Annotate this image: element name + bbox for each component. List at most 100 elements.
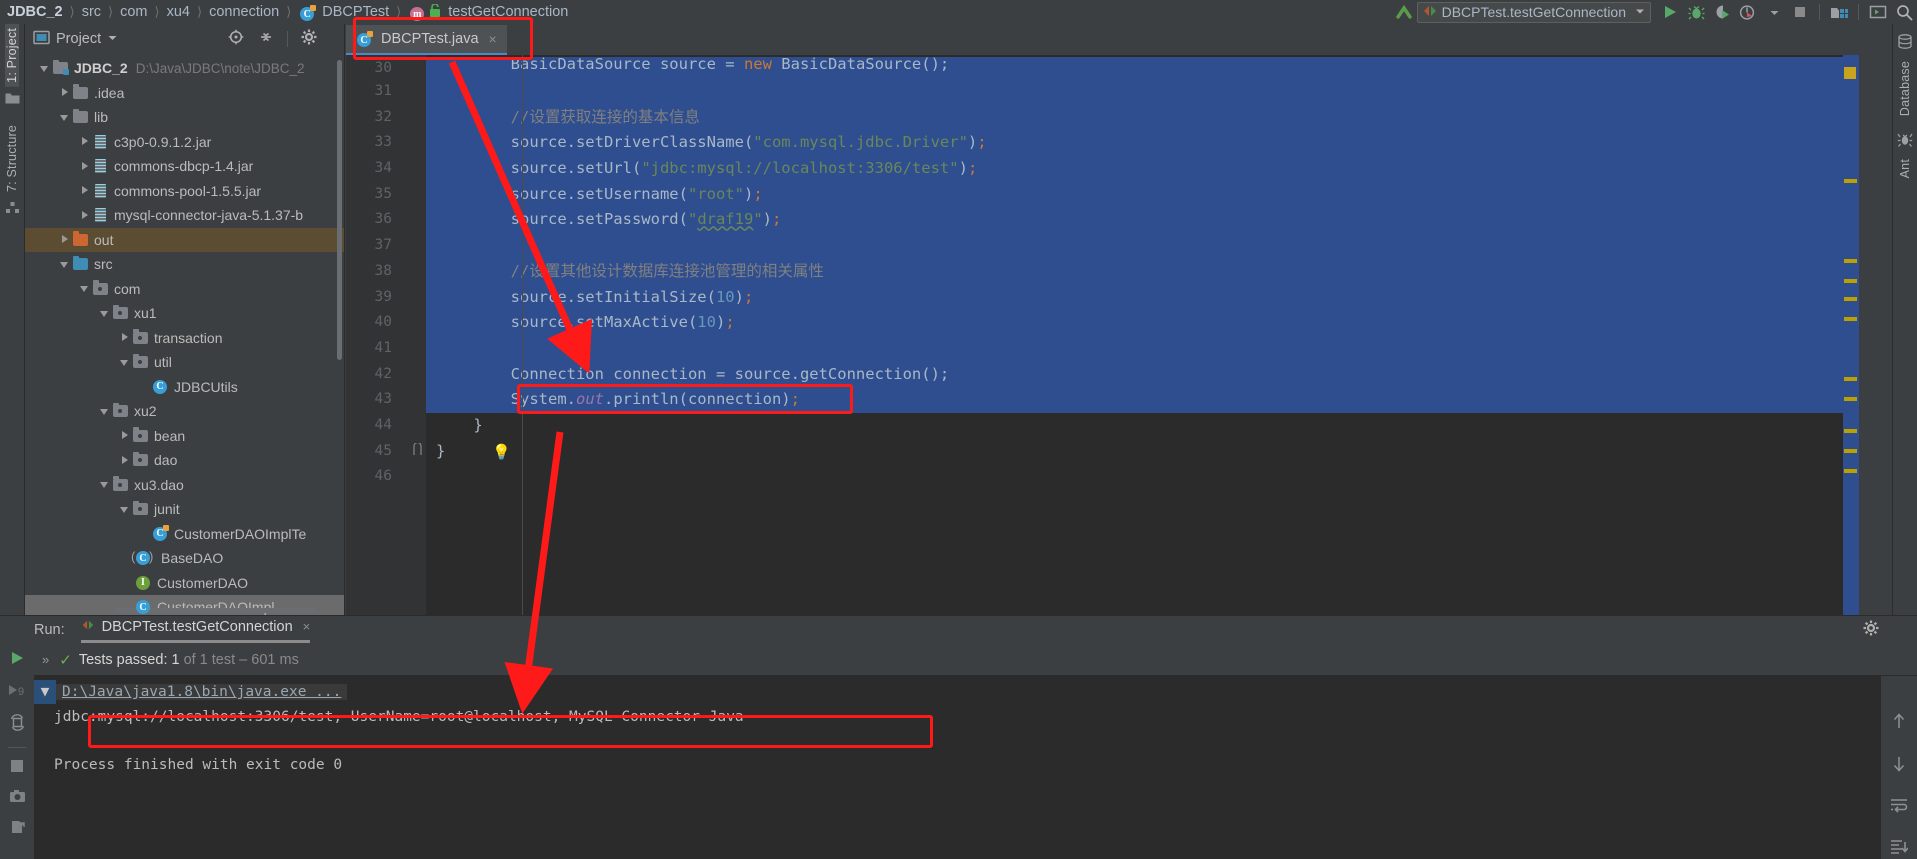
rerun-icon[interactable] [9, 650, 25, 671]
tree-row-out[interactable]: out [25, 227, 344, 252]
tree-row-dbcp-jar[interactable]: commons-dbcp-1.4.jar [25, 154, 344, 179]
stop-icon[interactable] [10, 759, 24, 778]
marker-warning[interactable] [1844, 179, 1857, 183]
chevron-down-icon[interactable] [59, 258, 72, 271]
marker-warning[interactable] [1844, 469, 1857, 473]
chevron-down-icon[interactable] [119, 356, 132, 369]
chevron-down-icon[interactable] [99, 478, 112, 491]
screenshot-icon[interactable] [9, 789, 26, 808]
sidebar-item-ant[interactable]: Ant [1898, 155, 1912, 182]
collapse-triangle-icon[interactable]: ▼ [34, 680, 56, 704]
chevron-down-icon[interactable] [1634, 4, 1646, 20]
tree-row-customerdaoimpltest[interactable]: C CustomerDAOImplTe [25, 522, 344, 547]
sidebar-item-database[interactable]: Database [1898, 57, 1912, 120]
profile-icon[interactable] [1735, 1, 1761, 23]
chevron-down-icon[interactable] [107, 31, 118, 47]
marker-warning[interactable] [1844, 317, 1857, 321]
chevron-down-icon[interactable] [99, 307, 112, 320]
scroll-to-end-icon[interactable] [1890, 839, 1909, 859]
marker-warning[interactable] [1844, 449, 1857, 453]
tree-row-lib[interactable]: lib [25, 105, 344, 130]
breadcrumb-item-com[interactable]: com [120, 4, 147, 20]
rerun-failed-tests-icon[interactable]: 9 [8, 682, 26, 703]
chevron-right-icon[interactable] [79, 184, 92, 197]
code-editor[interactable]: 30 31 32 33 34 35 36 37 38 39 40 41 42 4… [346, 55, 1859, 615]
sidebar-item-structure[interactable]: 7: Structure [5, 121, 19, 196]
tree-row-jdbcutils[interactable]: C JDBCUtils [25, 375, 344, 400]
console-command-row[interactable]: ▼ D:\Java\java1.8\bin\java.exe ... [34, 680, 1881, 704]
marker-warning[interactable] [1844, 279, 1857, 283]
gear-icon[interactable] [1863, 620, 1879, 641]
marker-warning[interactable] [1844, 397, 1857, 401]
marker-warning[interactable] [1844, 377, 1857, 381]
chevron-right-icon[interactable] [59, 86, 72, 99]
marker-warning[interactable] [1844, 259, 1857, 263]
run-with-coverage-icon[interactable] [1709, 1, 1735, 23]
tree-row-c3p0-jar[interactable]: c3p0-0.9.1.2.jar [25, 130, 344, 155]
terminal-icon[interactable] [1865, 1, 1891, 23]
search-icon[interactable] [1891, 1, 1917, 23]
tree-row-xu1[interactable]: xu1 [25, 301, 344, 326]
gear-icon[interactable] [301, 29, 317, 49]
tree-row-mysql-jar[interactable]: mysql-connector-java-5.1.37-b [25, 203, 344, 228]
close-icon[interactable]: × [489, 31, 497, 47]
marker-warning[interactable] [1844, 297, 1857, 301]
console-output[interactable]: ▼ D:\Java\java1.8\bin\java.exe ... jdbc:… [34, 676, 1881, 859]
export-icon[interactable] [9, 819, 26, 840]
tree-row-basedao[interactable]: C BaseDAO [25, 546, 344, 571]
chevron-down-icon[interactable] [119, 503, 132, 516]
chevron-right-icon[interactable] [119, 454, 132, 467]
soft-wrap-icon[interactable] [1890, 798, 1908, 819]
tree-row-transaction[interactable]: transaction [25, 326, 344, 351]
breadcrumb-item-project[interactable]: JDBC_2 [7, 4, 63, 20]
collapse-all-icon[interactable] [258, 29, 274, 49]
tree-row-xu2[interactable]: xu2 [25, 399, 344, 424]
chevron-down-icon[interactable] [59, 111, 72, 124]
breadcrumb-item-xu4[interactable]: xu4 [167, 4, 190, 20]
scroll-up-icon[interactable] [1891, 712, 1907, 735]
debug-icon[interactable] [1683, 1, 1709, 23]
close-icon[interactable]: × [303, 619, 311, 634]
chevron-right-icon[interactable] [79, 160, 92, 173]
breadcrumb-item-method[interactable]: testGetConnection [448, 4, 568, 20]
code-folding-icon[interactable] [413, 441, 422, 460]
editor-tab-dbcptest[interactable]: C DBCPTest.java × [346, 25, 507, 55]
tree-row-xu3dao[interactable]: xu3.dao [25, 473, 344, 498]
tree-row-idea[interactable]: .idea [25, 81, 344, 106]
run-tab-dbcptest[interactable]: DBCPTest.testGetConnection × [80, 618, 311, 643]
chevron-right-icon[interactable] [79, 209, 92, 222]
tree-row-com[interactable]: com [25, 277, 344, 302]
breadcrumb-item-connection[interactable]: connection [209, 4, 279, 20]
marker-warning[interactable] [1844, 67, 1856, 79]
tree-row-jdbc2[interactable]: JDBC_2 D:\Java\JDBC\note\JDBC_2 [25, 56, 344, 81]
console-command-line[interactable]: D:\Java\java1.8\bin\java.exe ... [56, 684, 348, 700]
tree-row-util[interactable]: util [25, 350, 344, 375]
intention-bulb-icon[interactable]: 💡 [492, 443, 511, 461]
chevron-right-icon[interactable] [59, 233, 72, 246]
expand-tests-icon[interactable]: » [42, 652, 49, 667]
chevron-right-icon[interactable] [119, 331, 132, 344]
chevron-right-icon[interactable] [79, 135, 92, 148]
chevron-right-icon[interactable] [119, 429, 132, 442]
project-tree[interactable]: JDBC_2 D:\Java\JDBC\note\JDBC_2 .idea li… [25, 54, 344, 615]
scroll-down-icon[interactable] [1891, 755, 1907, 778]
tree-row-pool-jar[interactable]: commons-pool-1.5.5.jar [25, 179, 344, 204]
chevron-down-icon[interactable] [79, 282, 92, 295]
breadcrumb-item-src[interactable]: src [82, 4, 101, 20]
locate-icon[interactable] [228, 29, 244, 49]
code-text[interactable]: 💡 BasicDataSource source = new BasicData… [426, 55, 1859, 615]
editor-marker-bar[interactable] [1843, 55, 1859, 615]
editor-gutter[interactable]: 30 31 32 33 34 35 36 37 38 39 40 41 42 4… [346, 55, 426, 615]
chevron-down-icon[interactable] [99, 405, 112, 418]
toggle-auto-test-icon[interactable] [9, 714, 26, 736]
sidebar-item-project[interactable]: 1: Project [5, 24, 19, 87]
tree-row-bean[interactable]: bean [25, 424, 344, 449]
stop-icon[interactable] [1787, 1, 1813, 23]
tree-scrollbar-vertical[interactable] [337, 60, 342, 360]
tree-row-dao[interactable]: dao [25, 448, 344, 473]
tree-row-customerdao[interactable]: I CustomerDAO [25, 571, 344, 596]
run-icon[interactable] [1657, 1, 1683, 23]
tree-row-src[interactable]: src [25, 252, 344, 277]
tree-row-junit[interactable]: junit [25, 497, 344, 522]
breadcrumb-item-dbcptest[interactable]: DBCPTest [322, 4, 389, 20]
